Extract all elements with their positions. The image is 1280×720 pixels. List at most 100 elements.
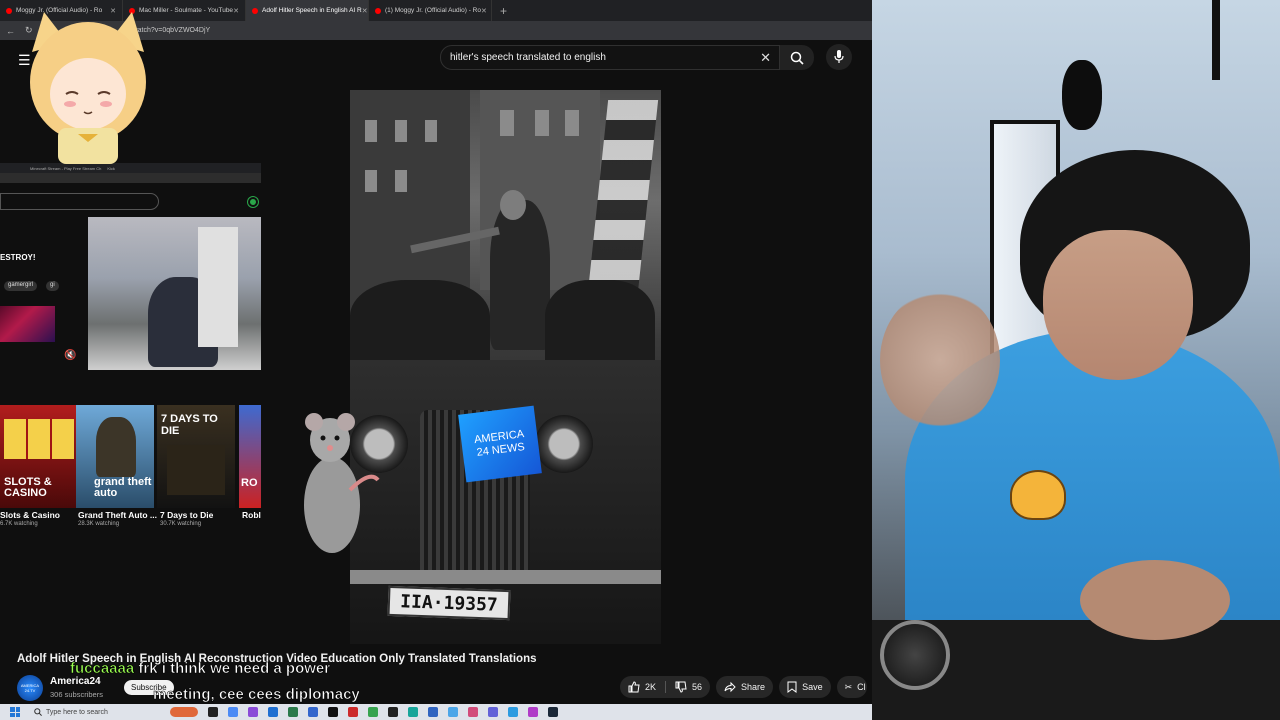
clip-label: Cl [857,682,866,692]
clear-search-icon[interactable]: ✕ [760,50,771,66]
building-window [565,110,579,136]
scissors-icon: ✂ [844,681,853,692]
taskbar-search-placeholder: Type here to search [46,708,108,716]
browser-tab[interactable]: (1) Moggy Jr. (Official Audio) - Ro ✕ [369,0,492,21]
game-card-slots[interactable]: SLOTS & CASINO [0,405,78,508]
back-arrow-icon[interactable]: ← [6,26,15,36]
app-icon[interactable] [428,707,438,717]
save-label: Save [802,682,823,692]
close-tab-icon[interactable]: ✕ [233,7,239,15]
game-viewers: 28.3K watching [78,521,120,527]
stream-title: ESTROY! [0,253,36,262]
app-icon[interactable] [448,707,458,717]
palette-app-icon[interactable] [170,707,198,717]
embedded-tab-bar: Minecraft Stream - Play Free Stream Ch K… [0,163,261,173]
embedded-stream-window[interactable]: Minecraft Stream - Play Free Stream Ch K… [0,163,261,370]
building-window [425,120,437,142]
bookmark-icon [787,681,797,693]
figure-head [500,190,526,220]
building-window [500,110,514,136]
mug [880,620,950,690]
resting-hand [1080,560,1230,640]
close-tab-icon[interactable]: ✕ [362,7,368,15]
app-icon[interactable] [308,707,318,717]
game-name[interactable]: Roblox [242,510,261,520]
steam-app-icon[interactable] [548,707,558,717]
app-icon[interactable] [268,707,278,717]
youtube-favicon-icon [6,7,12,14]
vtuber-avatar [30,12,146,164]
dislike-count: 56 [692,682,703,692]
app-icon[interactable] [248,707,258,717]
like-button[interactable]: 2K 56 [620,676,711,698]
stream-thumbnail[interactable] [0,306,55,342]
app-icon[interactable] [368,707,378,717]
embedded-search-input[interactable] [0,193,159,210]
license-plate: IIA·19357 [387,585,511,621]
game-viewers: 6.7K watching [0,521,38,527]
cover-title: RO [241,477,258,489]
app-icon[interactable] [348,707,358,717]
chrome-app-icon[interactable] [228,707,238,717]
avatar-text: AMERICA 24.TV [20,683,40,693]
app-icon[interactable] [388,707,398,717]
app-icon[interactable] [528,707,538,717]
thumbs-down-icon[interactable] [675,681,687,693]
app-icon[interactable] [328,707,338,717]
search-icon [34,708,42,716]
stream-tag[interactable]: gamergirl [4,281,38,291]
game-card-7days[interactable]: 7 DAYS TO DIE [157,405,235,508]
clip-button[interactable]: ✂ Cl [836,676,867,698]
taskbar-search-input[interactable]: Type here to search [34,706,154,718]
rat-sticker [304,413,380,553]
app-icon[interactable] [468,707,478,717]
cover-house [167,445,225,495]
app-icon[interactable] [508,707,518,717]
youtube-favicon-icon [252,7,258,14]
windows-start-icon[interactable] [10,707,20,717]
search-button[interactable] [780,45,814,70]
channel-name[interactable]: America24 [50,676,101,687]
channel-avatar[interactable]: AMERICA 24.TV [17,675,43,701]
app-icon[interactable] [288,707,298,717]
share-button[interactable]: Share [716,676,774,698]
car-headlamp [535,415,593,473]
game-name[interactable]: Grand Theft Auto ... [78,510,157,520]
embedded-tab[interactable]: Minecraft Stream - Play Free Stream Ch [30,166,101,171]
tab-label: Adolf Hitler Speech in English AI R [262,7,362,14]
live-status-icon [248,197,258,207]
chat-text-continued: meeting, cee cees diplomacy [153,686,360,704]
search-icon [790,51,804,65]
video-player[interactable]: IIA·19357 AMERICA 24 NEWS [350,90,661,644]
share-icon [724,681,736,693]
stream-video[interactable] [88,217,261,370]
like-count: 2K [645,682,657,692]
streamer-face [1043,230,1193,380]
embedded-tab[interactable]: Kick [107,166,115,171]
app-icon[interactable] [208,707,218,717]
game-card-gta[interactable]: grand theft auto [76,405,154,508]
voice-search-button[interactable] [826,44,852,70]
game-name[interactable]: Slots & Casino [0,510,60,520]
embedded-address-bar[interactable] [0,173,261,183]
divider [665,681,667,693]
subscriber-count: 306 subscribers [50,690,103,699]
news-logo-badge: AMERICA 24 NEWS [458,405,542,483]
save-button[interactable]: Save [779,676,831,698]
stream-tag[interactable]: gi [46,281,59,291]
close-tab-icon[interactable]: ✕ [481,7,487,15]
discord-app-icon[interactable] [488,707,498,717]
taskbar-apps [170,707,558,717]
muted-speaker-icon[interactable]: 🔇 [64,350,76,361]
crowd [350,280,490,370]
browser-tab-active[interactable]: Adolf Hitler Speech in English AI R ✕ [246,0,369,21]
game-card-roblox[interactable]: RO [239,405,261,508]
search-input[interactable]: hitler's speech translated to english ✕ [440,45,780,70]
youtube-favicon-icon [375,7,381,14]
game-name[interactable]: 7 Days to Die [160,510,213,520]
raised-hand [880,290,1000,430]
new-tab-icon[interactable]: + [492,4,515,18]
screen: Moggy Jr. (Official Audio) - Ro ✕ Mac Mi… [0,0,1280,720]
app-icon[interactable] [408,707,418,717]
standing-figure [490,200,550,350]
